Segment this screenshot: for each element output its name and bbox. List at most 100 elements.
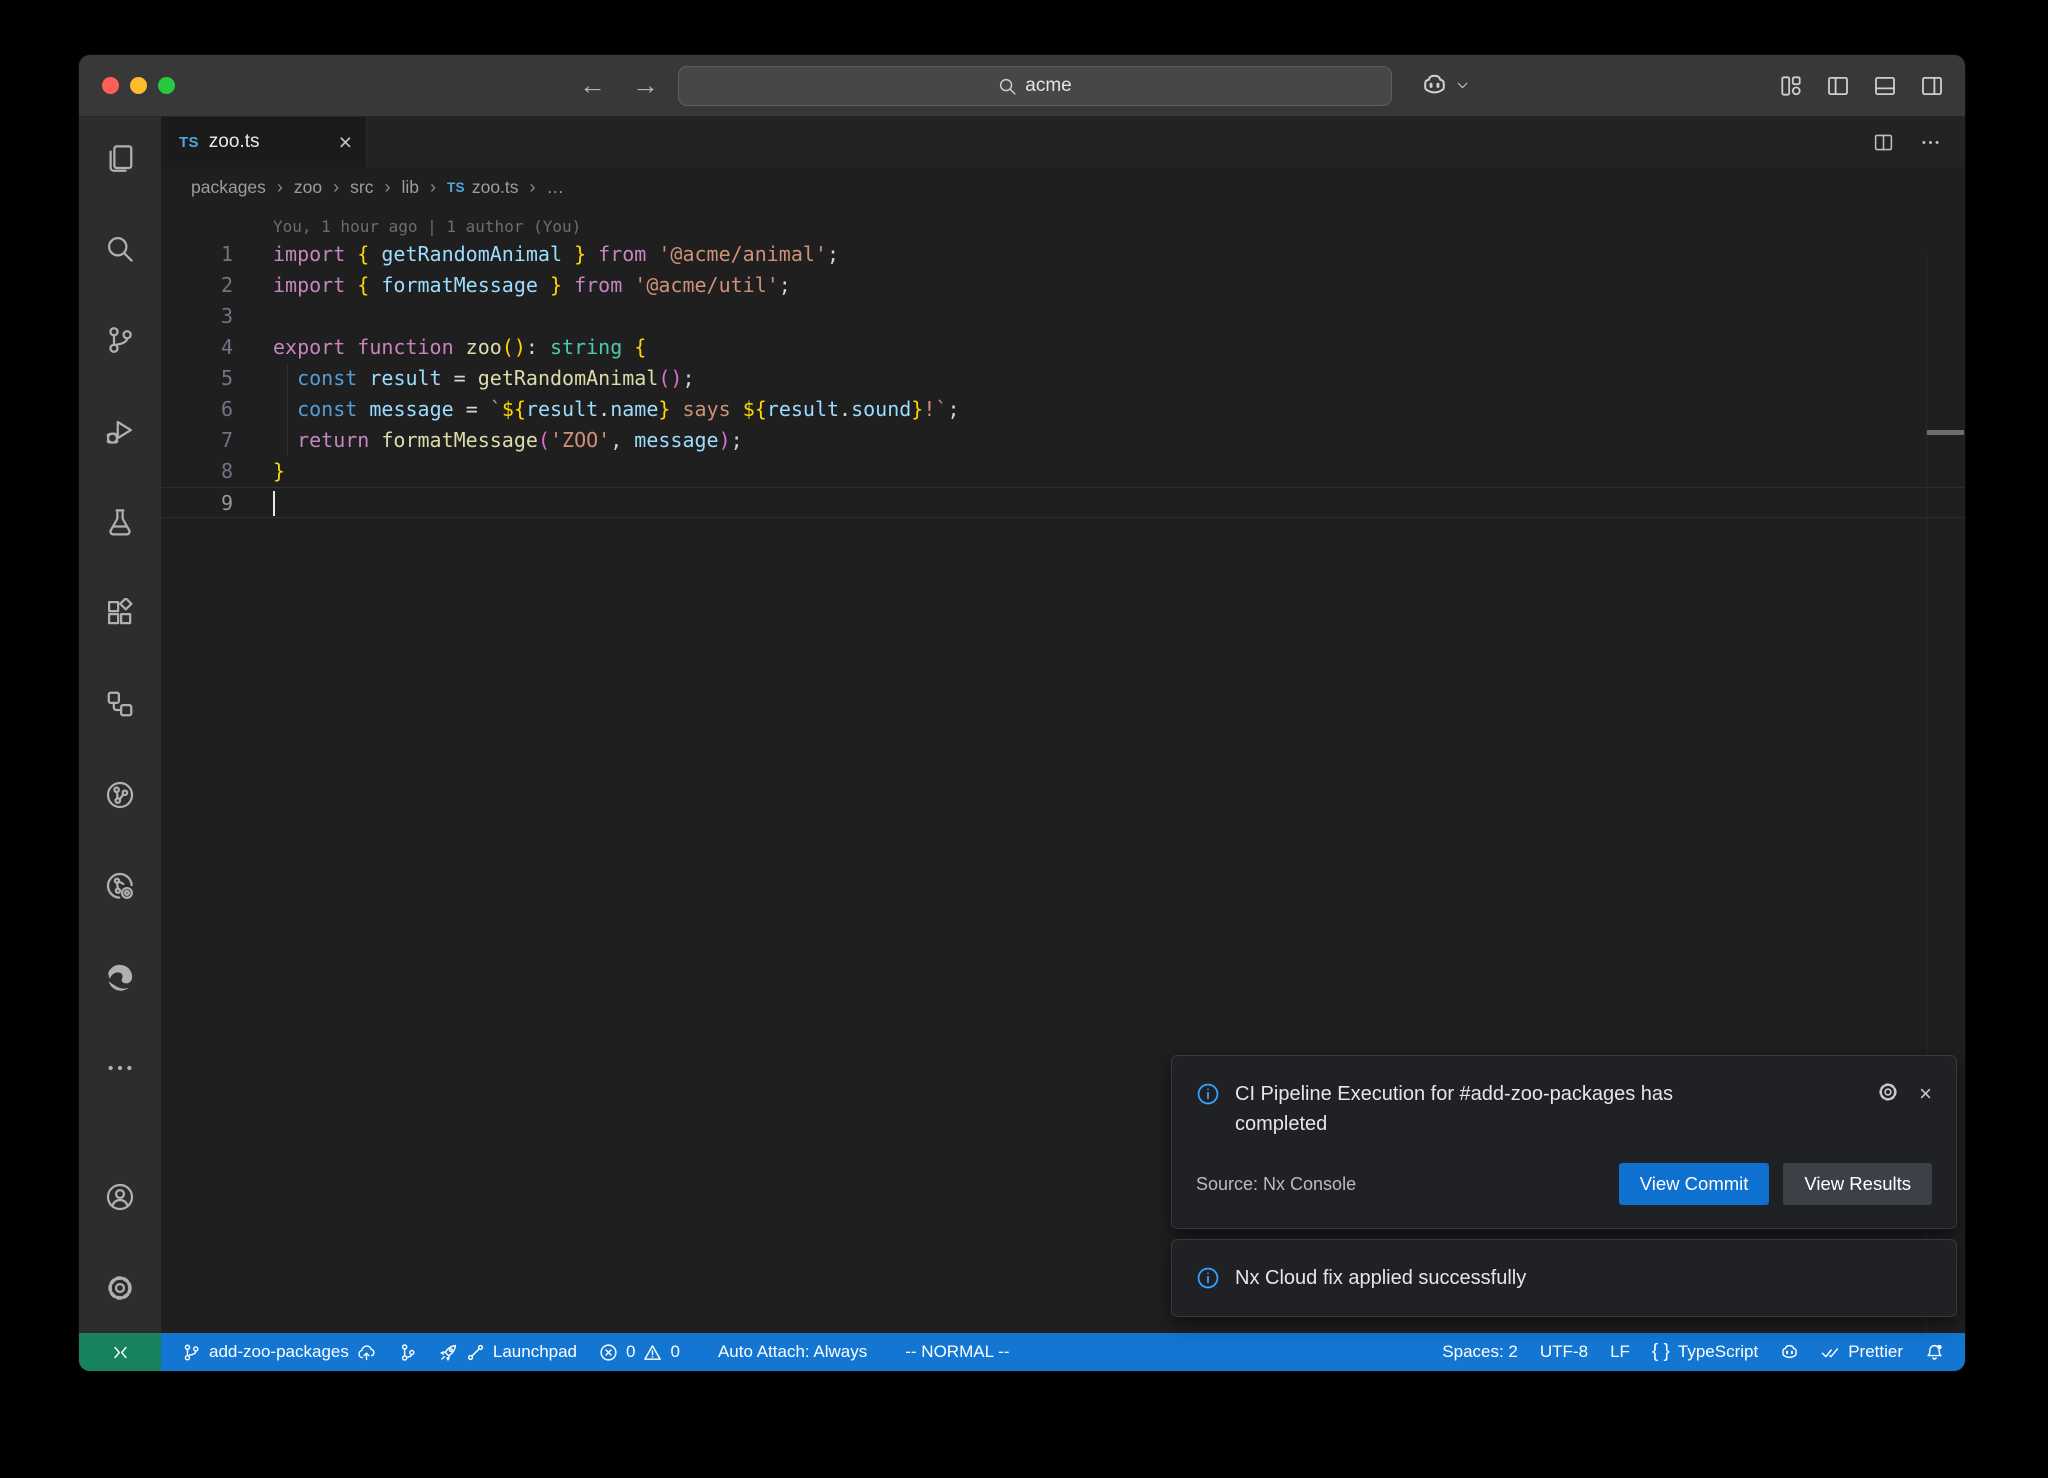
activity-bar-item-extensions[interactable]: [105, 598, 135, 636]
split-editor-button[interactable]: [1873, 132, 1894, 153]
status-item-scm-graph[interactable]: [387, 1333, 428, 1371]
more-actions-button[interactable]: [1920, 132, 1941, 153]
double-check-icon: [1821, 1343, 1840, 1362]
remote-indicator[interactable]: [79, 1333, 161, 1371]
info-icon: [1196, 1266, 1220, 1290]
gear-icon: [1877, 1081, 1899, 1103]
status-item-problems[interactable]: 00: [588, 1333, 691, 1371]
copilot-menu-button[interactable]: [1421, 55, 1470, 116]
notification-controls: ×: [1877, 1081, 1932, 1107]
source-control-icon: [105, 325, 135, 355]
history-nav: ←→: [579, 55, 659, 116]
status-item-notifications-bell[interactable]: [1914, 1333, 1955, 1371]
code-line-content: const result = getRandomAnimal();: [273, 363, 695, 394]
view-results-button[interactable]: View Results: [1783, 1163, 1932, 1205]
extensions-icon: [105, 598, 135, 628]
activity-bar-item-manage[interactable]: [105, 1273, 135, 1311]
debug-icon: [105, 416, 135, 446]
code-line-content: import { getRandomAnimal } from '@acme/a…: [273, 239, 839, 270]
status-item-git-branch[interactable]: add-zoo-packages: [171, 1333, 387, 1371]
status-item-encoding[interactable]: UTF-8: [1529, 1333, 1599, 1371]
status-item-language-mode[interactable]: { }TypeScript: [1641, 1333, 1769, 1371]
code-line: 2 import { formatMessage } from '@acme/ut…: [161, 270, 1965, 301]
notification-header: CI Pipeline Execution for #add-zoo-packa…: [1196, 1079, 1932, 1139]
activity-bar-item-search[interactable]: [105, 234, 135, 272]
tab-close-icon[interactable]: ×: [339, 131, 352, 154]
toggle-secondary-sidebar-button[interactable]: [1920, 74, 1944, 98]
notification-toasts: CI Pipeline Execution for #add-zoo-packa…: [1171, 1055, 1957, 1317]
minimize-button[interactable]: [130, 77, 147, 94]
breadcrumb-item-zoo[interactable]: zoo: [294, 177, 322, 198]
split-editor-icon: [1873, 132, 1894, 153]
nx-console-icon: [105, 689, 135, 719]
code-line: 9: [161, 487, 1965, 518]
notification-header: Nx Cloud fix applied successfully: [1196, 1263, 1932, 1293]
breadcrumb-item-[interactable]: …: [547, 177, 565, 198]
warning-icon: [643, 1343, 662, 1362]
title-bar: ←→ acme: [79, 55, 1965, 117]
status-item-indentation[interactable]: Spaces: 2: [1431, 1333, 1529, 1371]
notification-source: Source: Nx Console: [1196, 1174, 1356, 1195]
gear-icon: [105, 1273, 135, 1303]
beaker-icon: [105, 507, 135, 537]
line-number: 5: [161, 363, 233, 394]
activity-bar-item-run-and-debug[interactable]: [105, 416, 135, 454]
activity-bar-item-edge-devtools[interactable]: [105, 962, 135, 1000]
tab-zoo-ts[interactable]: TS zoo.ts ×: [161, 117, 367, 167]
view-commit-button[interactable]: View Commit: [1619, 1163, 1770, 1205]
status-item-eol[interactable]: LF: [1599, 1333, 1641, 1371]
activity-bar-item-accounts[interactable]: [105, 1182, 135, 1220]
scm-graph-icon: [398, 1343, 417, 1362]
activity-bar: [79, 117, 161, 1333]
git-branch-icon: [182, 1343, 201, 1362]
close-button[interactable]: [102, 77, 119, 94]
line-number: 8: [161, 456, 233, 487]
activity-bar-item-explorer[interactable]: [105, 143, 135, 181]
status-item-gitlens-launchpad[interactable]: Launchpad: [428, 1333, 588, 1371]
vscode-window: ←→ acme TS zoo.ts × package: [78, 54, 1966, 1372]
status-item-auto-attach[interactable]: Auto Attach: Always: [707, 1333, 878, 1371]
status-item-formatter[interactable]: Prettier: [1810, 1333, 1914, 1371]
breadcrumb-item-packages[interactable]: packages: [191, 177, 266, 198]
notification-actions: View Commit View Results: [1619, 1163, 1932, 1205]
zoom-button[interactable]: [158, 77, 175, 94]
line-number: 9: [161, 488, 233, 517]
code-line-content: import { formatMessage } from '@acme/uti…: [273, 270, 791, 301]
error-icon: [599, 1343, 618, 1362]
notification-message: CI Pipeline Execution for #add-zoo-packa…: [1235, 1079, 1745, 1139]
activity-bar-item-source-control[interactable]: [105, 325, 135, 363]
status-item-vim-mode[interactable]: -- NORMAL --: [894, 1333, 1020, 1371]
code-line: 8}: [161, 456, 1965, 487]
info-icon: [1196, 1082, 1220, 1106]
customize-layout-button[interactable]: [1779, 74, 1803, 98]
cloud-upload-icon: [357, 1343, 376, 1362]
breadcrumb-item-src[interactable]: src: [350, 177, 373, 198]
line-number: 2: [161, 270, 233, 301]
gitlens-blame-annotation: You, 1 hour ago | 1 author (You): [273, 217, 1965, 236]
breadcrumb-separator: ›: [277, 177, 283, 198]
activity-bar-item-testing[interactable]: [105, 507, 135, 545]
breadcrumb-item-zoots[interactable]: TSzoo.ts: [447, 177, 519, 198]
toggle-primary-sidebar-button[interactable]: [1826, 74, 1850, 98]
files-icon: [105, 143, 135, 173]
status-item-copilot-status[interactable]: [1769, 1333, 1810, 1371]
notification-close-button[interactable]: ×: [1919, 1081, 1932, 1107]
code-line: 6 const message = `${result.name} says $…: [161, 394, 1965, 425]
status-bar: add-zoo-packages Launchpad00 Auto Attach: …: [79, 1333, 1965, 1371]
back-button[interactable]: ←: [579, 70, 606, 101]
activity-bar-item-gitlens-inspect[interactable]: [105, 871, 135, 909]
gitlens-icon: [105, 780, 135, 810]
code-line: 7 return formatMessage('ZOO', message);: [161, 425, 1965, 456]
code-line-content: export function zoo(): string {: [273, 332, 646, 363]
line-number: 7: [161, 425, 233, 456]
forward-button[interactable]: →: [632, 70, 659, 101]
copilot-icon: [1421, 72, 1448, 99]
notification-settings-button[interactable]: [1877, 1081, 1899, 1107]
activity-bar-item-gitlens[interactable]: [105, 780, 135, 818]
toggle-panel-button[interactable]: [1873, 74, 1897, 98]
activity-bar-item-additional-views[interactable]: [105, 1053, 135, 1091]
line-number: 4: [161, 332, 233, 363]
activity-bar-item-nx-console[interactable]: [105, 689, 135, 727]
command-center[interactable]: acme: [678, 66, 1392, 106]
breadcrumb-item-lib[interactable]: lib: [401, 177, 419, 198]
